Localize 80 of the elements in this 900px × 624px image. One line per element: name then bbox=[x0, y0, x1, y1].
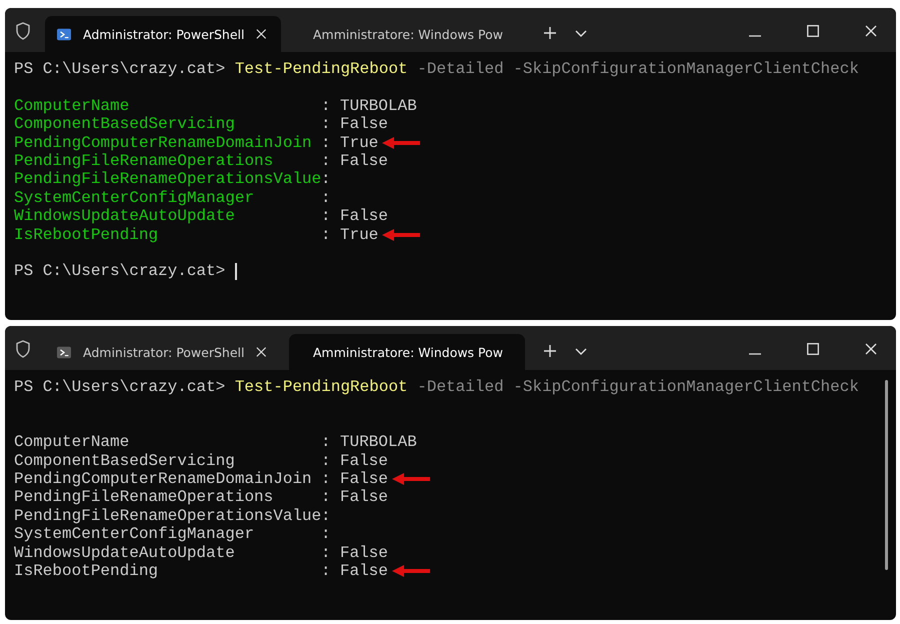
property-value: False bbox=[340, 207, 388, 226]
minimize-icon[interactable] bbox=[749, 35, 761, 37]
shield-icon[interactable] bbox=[15, 340, 31, 358]
property-name: PendingComputerRenameDomainJoin bbox=[14, 134, 313, 152]
property-value: False bbox=[340, 544, 388, 562]
close-icon[interactable] bbox=[865, 25, 877, 37]
shield-icon[interactable] bbox=[15, 22, 31, 40]
property-name: WindowsUpdateAutoUpdate bbox=[14, 207, 236, 226]
tab[interactable]: Administrator: PowerShell bbox=[45, 16, 281, 52]
command-parameters: -Detailed -SkipConfigurationManagerClientCheck bbox=[417, 378, 859, 396]
colon-separator: : bbox=[321, 452, 332, 470]
colon-separator: : bbox=[321, 96, 332, 116]
tab[interactable]: Amministratore: Windows Pow bbox=[289, 334, 525, 370]
property-value: False bbox=[340, 452, 388, 470]
property-name: PendingFileRenameOperationsValue bbox=[14, 506, 321, 526]
minimize-icon[interactable] bbox=[749, 353, 761, 355]
property-name: ComponentBasedServicing bbox=[14, 452, 236, 470]
tab-title: Administrator: PowerShell bbox=[83, 344, 244, 360]
property-name: PendingFileRenameOperations bbox=[14, 488, 274, 507]
colon-separator: : bbox=[321, 152, 332, 170]
tab-title: Administrator: PowerShell bbox=[83, 26, 244, 42]
property-name: SystemCenterConfigManager bbox=[14, 525, 256, 544]
property-name: ComponentBasedServicing bbox=[14, 115, 236, 134]
property-value: False bbox=[340, 115, 388, 134]
property-value: TURBOLAB bbox=[340, 433, 417, 452]
command-name: Test-PendingReboot bbox=[234, 60, 408, 78]
property-name: ComputerName bbox=[14, 96, 130, 116]
colon-separator: : bbox=[321, 544, 332, 562]
property-value: False bbox=[340, 488, 388, 507]
colon-separator: : bbox=[321, 433, 332, 452]
property-name: PendingFileRenameOperationsValue bbox=[14, 170, 321, 189]
command-name: Test-PendingReboot bbox=[234, 378, 408, 396]
colon-separator: : bbox=[321, 134, 332, 152]
maximize-icon[interactable] bbox=[807, 25, 819, 37]
colon-separator: : bbox=[321, 170, 332, 189]
property-name: WindowsUpdateAutoUpdate bbox=[14, 544, 236, 562]
prompt-text: PS C:\Users\crazy.cat> bbox=[14, 262, 226, 281]
colon-separator: : bbox=[321, 226, 332, 244]
prompt-text: PS C:\Users\crazy.cat> bbox=[14, 378, 226, 396]
colon-separator: : bbox=[321, 115, 332, 134]
plus-icon[interactable] bbox=[543, 26, 557, 40]
property-value: True bbox=[340, 226, 378, 244]
arrow-icon bbox=[382, 228, 420, 241]
tab[interactable]: Amministratore: Windows Pow bbox=[289, 16, 525, 52]
colon-separator: : bbox=[321, 525, 332, 544]
terminal-icon bbox=[57, 344, 72, 360]
prompt-text: PS C:\Users\crazy.cat> bbox=[14, 60, 226, 78]
property-name: PendingComputerRenameDomainJoin bbox=[14, 470, 313, 488]
tab-title: Amministratore: Windows Pow bbox=[313, 344, 504, 360]
property-name: PendingFileRenameOperations bbox=[14, 152, 274, 170]
tab-title: Amministratore: Windows Pow bbox=[313, 26, 504, 42]
property-value: TURBOLAB bbox=[340, 96, 417, 116]
colon-separator: : bbox=[321, 488, 332, 507]
arrow-icon bbox=[392, 565, 430, 578]
scrollbar[interactable] bbox=[885, 380, 888, 570]
colon-separator: : bbox=[321, 470, 332, 488]
maximize-icon[interactable] bbox=[807, 343, 819, 355]
command-parameters: -Detailed -SkipConfigurationManagerClientCheck bbox=[417, 60, 859, 78]
close-icon[interactable] bbox=[256, 346, 267, 358]
colon-separator: : bbox=[321, 562, 332, 580]
property-value: False bbox=[340, 470, 388, 488]
plus-icon[interactable] bbox=[543, 344, 557, 358]
property-name: IsRebootPending bbox=[14, 562, 160, 580]
close-icon[interactable] bbox=[865, 343, 877, 355]
property-value: False bbox=[340, 562, 388, 580]
chevron-down-icon[interactable] bbox=[575, 30, 587, 38]
tab[interactable]: Administrator: PowerShell bbox=[45, 334, 281, 370]
property-name: SystemCenterConfigManager bbox=[14, 188, 256, 208]
colon-separator: : bbox=[321, 188, 332, 208]
arrow-icon bbox=[382, 136, 420, 149]
property-name: IsRebootPending bbox=[14, 226, 160, 244]
chevron-down-icon[interactable] bbox=[575, 348, 587, 356]
close-icon[interactable] bbox=[256, 28, 267, 40]
arrow-icon bbox=[392, 473, 430, 486]
colon-separator: : bbox=[321, 506, 332, 526]
terminal-icon bbox=[57, 26, 72, 42]
property-value: True bbox=[340, 134, 378, 152]
colon-separator: : bbox=[321, 207, 332, 226]
property-name: ComputerName bbox=[14, 433, 130, 452]
property-value: False bbox=[340, 152, 388, 170]
